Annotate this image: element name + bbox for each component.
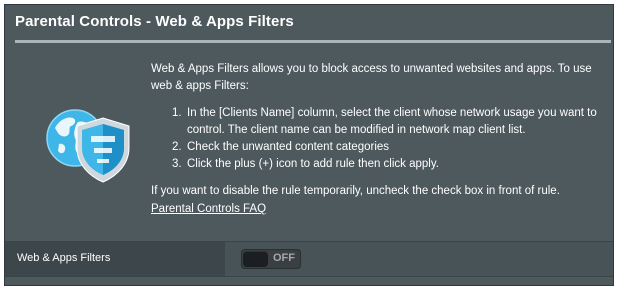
step-item: 1. In the [Clients Name] column, select … [172, 105, 606, 139]
page-title: Parental Controls - Web & Apps Filters [15, 13, 294, 30]
intro-text: Web & Apps Filters allows you to block a… [151, 63, 592, 92]
step-text: Check the unwanted content categories [187, 141, 390, 153]
step-number: 3. [172, 158, 182, 170]
web-apps-filters-toggle[interactable]: OFF [241, 249, 301, 269]
step-text: In the [Clients Name] column, select the… [187, 107, 597, 136]
toggle-knob [243, 251, 268, 267]
setting-label: Web & Apps Filters [17, 252, 111, 264]
step-text: Click the plus (+) icon to add rule then… [187, 158, 439, 170]
step-item: 3. Click the plus (+) icon to add rule t… [172, 156, 606, 173]
step-number: 2. [172, 141, 182, 153]
toggle-state-text: OFF [273, 252, 295, 264]
panel-footer [5, 277, 613, 285]
instructions: Web & Apps Filters allows you to block a… [151, 61, 606, 218]
steps-list: 1. In the [Clients Name] column, select … [151, 105, 606, 173]
panel-header: Parental Controls - Web & Apps Filters [5, 5, 613, 39]
web-apps-filters-row: Web & Apps Filters OFF [5, 241, 613, 277]
faq-link[interactable]: Parental Controls FAQ [151, 201, 266, 218]
globe-shield-icon [41, 98, 141, 188]
step-number: 1. [172, 107, 182, 119]
description-section: Web & Apps Filters allows you to block a… [5, 43, 613, 239]
parental-controls-panel: Parental Controls - Web & Apps Filters W… [4, 4, 614, 286]
disable-rule-note: If you want to disable the rule temporar… [151, 185, 560, 197]
setting-label-cell: Web & Apps Filters [5, 242, 225, 276]
step-item: 2. Check the unwanted content categories [172, 139, 606, 156]
